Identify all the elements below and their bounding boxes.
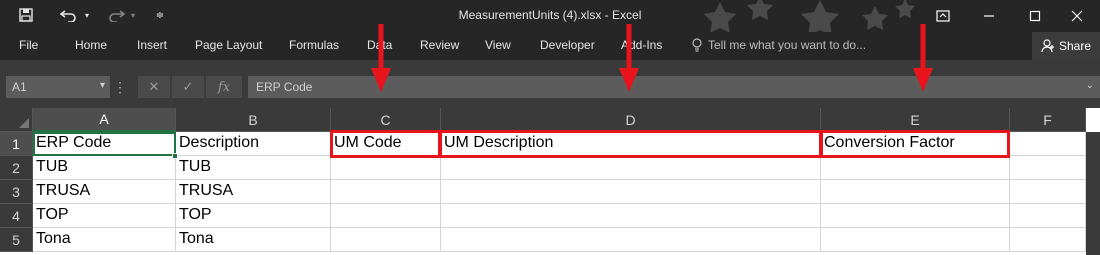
cell-b2[interactable]: TUB xyxy=(176,156,331,180)
formula-content: ERP Code xyxy=(256,80,313,94)
cell-e1[interactable]: Conversion Factor xyxy=(821,132,1010,156)
share-button[interactable]: Share xyxy=(1032,32,1100,60)
row-header-2[interactable]: 2 xyxy=(0,156,33,180)
cell-d2[interactable] xyxy=(441,156,821,180)
insert-function-icon[interactable]: fx xyxy=(206,76,242,98)
row-header-5[interactable]: 5 xyxy=(0,228,33,252)
row-header-3[interactable]: 3 xyxy=(0,180,33,204)
vertical-scrollbar[interactable] xyxy=(1086,132,1100,255)
cell-f2[interactable] xyxy=(1010,156,1086,180)
cell-d1[interactable]: UM Description xyxy=(441,132,821,156)
cell-d5[interactable] xyxy=(441,228,821,252)
expand-formula-icon[interactable]: ⌄ xyxy=(1086,80,1094,91)
formula-bar-area: A1 ▾ ⋮ ✕ ✓ fx ERP Code ⌄ xyxy=(0,60,1100,108)
share-label: Share xyxy=(1058,39,1092,53)
row-header-1[interactable]: 1 xyxy=(0,132,33,156)
tab-page-layout[interactable]: Page Layout xyxy=(195,38,262,52)
cell-f5[interactable] xyxy=(1010,228,1086,252)
person-icon xyxy=(1041,39,1054,53)
name-box[interactable]: A1 ▾ xyxy=(6,76,110,98)
cell-a1[interactable]: ERP Code xyxy=(33,132,176,156)
cell-a5[interactable]: Tona xyxy=(33,228,176,252)
ribbon-tabs: File Home Insert Page Layout Formulas Da… xyxy=(0,32,1100,60)
cancel-icon[interactable]: ✕ xyxy=(138,76,170,98)
cell-e4[interactable] xyxy=(821,204,1010,228)
tell-me-text: Tell me what you want to do... xyxy=(708,38,867,52)
red-arrow-down-icon xyxy=(371,24,391,92)
tab-home[interactable]: Home xyxy=(75,38,107,52)
cell-d4[interactable] xyxy=(441,204,821,228)
cell-c4[interactable] xyxy=(331,204,441,228)
cell-c2[interactable] xyxy=(331,156,441,180)
cell-e2[interactable] xyxy=(821,156,1010,180)
cell-c5[interactable] xyxy=(331,228,441,252)
column-header-a[interactable]: A xyxy=(33,108,176,132)
cell-f4[interactable] xyxy=(1010,204,1086,228)
row-header-4[interactable]: 4 xyxy=(0,204,33,228)
cell-c3[interactable] xyxy=(331,180,441,204)
minimize-icon[interactable] xyxy=(966,0,1012,32)
tab-developer[interactable]: Developer xyxy=(540,38,595,52)
column-header-f[interactable]: F xyxy=(1010,108,1086,132)
title-bar: ▾ ▾ ≑ MeasurementUnits (4).xlsx - Excel xyxy=(0,0,1100,36)
lightbulb-icon xyxy=(692,38,702,52)
name-box-dropdown-icon[interactable]: ▾ xyxy=(100,80,105,91)
tab-review[interactable]: Review xyxy=(420,38,459,52)
cell-b5[interactable]: Tona xyxy=(176,228,331,252)
tab-view[interactable]: View xyxy=(485,38,511,52)
cell-f3[interactable] xyxy=(1010,180,1086,204)
cell-b1[interactable]: Description xyxy=(176,132,331,156)
worksheet-grid: A B C D E F 1 2 3 4 5 ERP Code Descripti… xyxy=(0,108,1100,255)
select-all-button[interactable] xyxy=(0,108,33,132)
column-header-d[interactable]: D xyxy=(441,108,821,132)
column-header-c[interactable]: C xyxy=(331,108,441,132)
tell-me-box[interactable]: Tell me what you want to do... xyxy=(692,38,866,52)
cell-d3[interactable] xyxy=(441,180,821,204)
cell-e5[interactable] xyxy=(821,228,1010,252)
fill-handle[interactable] xyxy=(172,153,178,159)
cell-b3[interactable]: TRUSA xyxy=(176,180,331,204)
tab-formulas[interactable]: Formulas xyxy=(289,38,339,52)
name-box-value: A1 xyxy=(12,80,27,94)
cell-a4[interactable]: TOP xyxy=(33,204,176,228)
cell-f1[interactable] xyxy=(1010,132,1086,156)
column-header-b[interactable]: B xyxy=(176,108,331,132)
more-options-icon[interactable]: ⋮ xyxy=(113,76,127,98)
red-arrow-down-icon xyxy=(619,24,639,92)
tab-file[interactable]: File xyxy=(19,38,38,52)
column-header-e[interactable]: E xyxy=(821,108,1010,132)
tab-insert[interactable]: Insert xyxy=(137,38,167,52)
cell-c1[interactable]: UM Code xyxy=(331,132,441,156)
enter-icon[interactable]: ✓ xyxy=(172,76,204,98)
close-icon[interactable] xyxy=(1054,0,1100,32)
maximize-icon[interactable] xyxy=(1012,0,1058,32)
cell-a3[interactable]: TRUSA xyxy=(33,180,176,204)
cell-b4[interactable]: TOP xyxy=(176,204,331,228)
cell-a2[interactable]: TUB xyxy=(33,156,176,180)
cell-e3[interactable] xyxy=(821,180,1010,204)
red-arrow-down-icon xyxy=(913,24,933,92)
